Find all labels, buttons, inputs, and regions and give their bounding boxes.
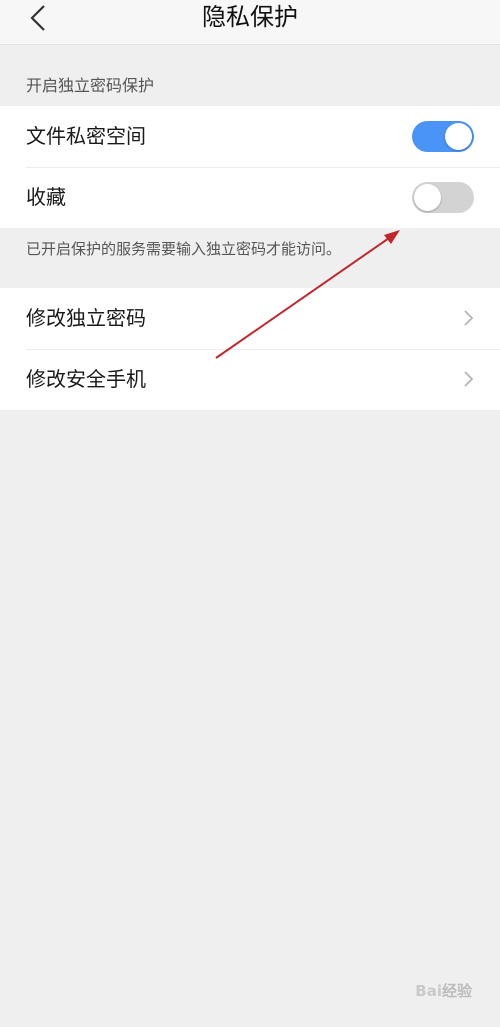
list-item-label: 修改安全手机: [26, 367, 146, 391]
chevron-right-icon: [464, 371, 474, 387]
protection-note: 已开启保护的服务需要输入独立密码才能访问。: [26, 240, 342, 258]
private-space-toggle[interactable]: [412, 121, 474, 152]
list-item-label: 文件私密空间: [26, 124, 146, 148]
list-item-change-password[interactable]: 修改独立密码: [0, 288, 500, 349]
privacy-toggle-list: 文件私密空间 收藏: [0, 106, 500, 228]
list-item-private-space[interactable]: 文件私密空间: [0, 106, 500, 167]
chevron-right-icon: [464, 310, 474, 326]
watermark-logo: Bai经验: [415, 982, 472, 1000]
list-item-change-phone[interactable]: 修改安全手机: [0, 349, 500, 410]
page-title: 隐私保护: [202, 3, 298, 31]
top-nav-bar: 隐私保护: [0, 0, 500, 45]
section-caption: 开启独立密码保护: [26, 76, 155, 95]
toggle-knob: [414, 184, 441, 211]
favorites-toggle[interactable]: [412, 182, 474, 213]
toggle-knob: [445, 123, 472, 150]
list-item-favorites[interactable]: 收藏: [0, 167, 500, 228]
list-item-label: 收藏: [26, 185, 66, 209]
password-settings-list: 修改独立密码 修改安全手机: [0, 288, 500, 410]
list-item-label: 修改独立密码: [26, 306, 146, 330]
